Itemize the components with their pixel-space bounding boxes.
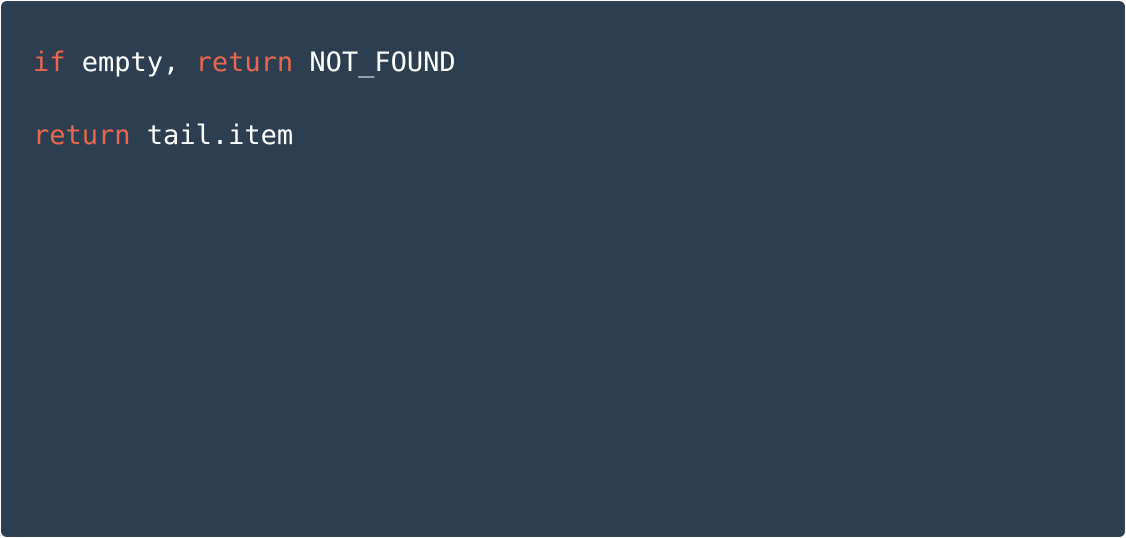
- code-text: empty,: [65, 47, 196, 78]
- code-line-1: if empty, return NOT_FOUND: [33, 45, 1125, 81]
- code-line-2: return tail.item: [33, 118, 1125, 154]
- keyword-return: return: [195, 47, 294, 78]
- keyword-return: return: [33, 120, 131, 151]
- code-text: NOT_FOUND: [293, 47, 456, 78]
- code-text: tail.item: [130, 120, 294, 151]
- code-panel: if empty, return NOT_FOUND return tail.i…: [1, 1, 1125, 537]
- keyword-if: if: [33, 47, 66, 78]
